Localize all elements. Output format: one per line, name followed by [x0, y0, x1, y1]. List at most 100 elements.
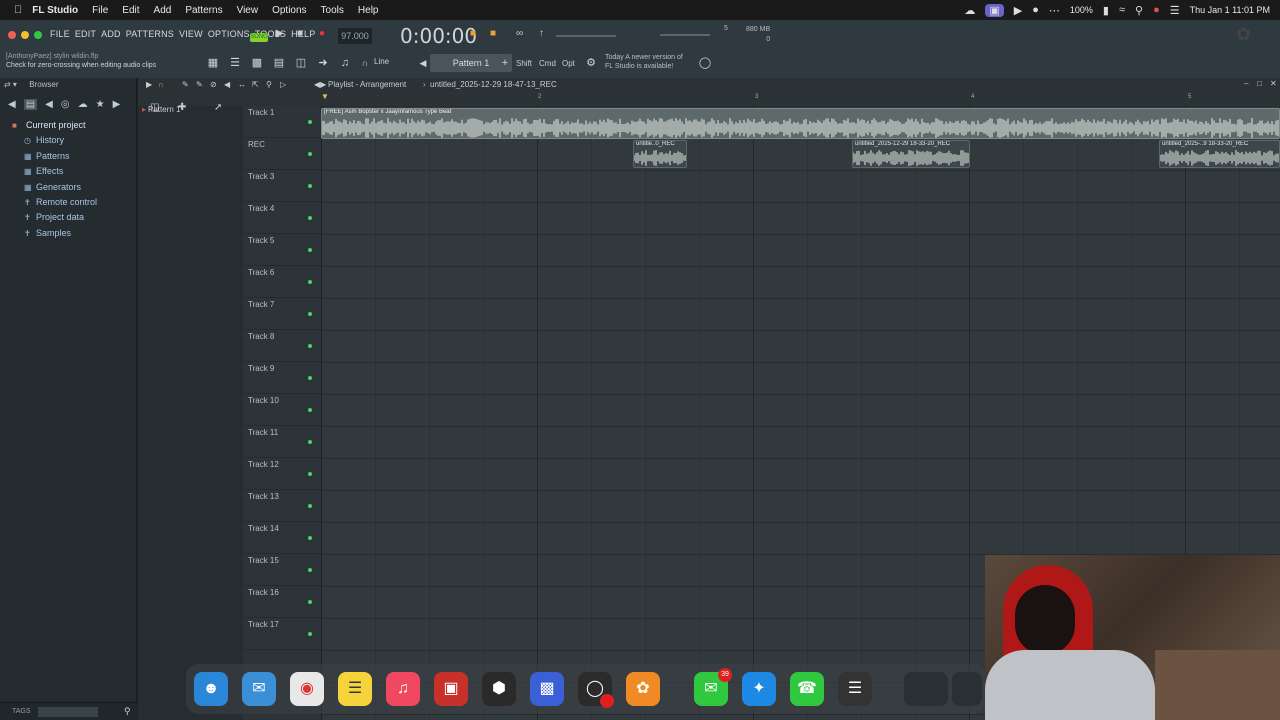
snap-icon[interactable]: ▦: [204, 55, 222, 71]
browser-item-history[interactable]: ◷ History: [0, 133, 137, 148]
tags-search-input[interactable]: [38, 707, 98, 717]
music-app-icon[interactable]: ♫: [386, 672, 420, 706]
wifi-icon[interactable]: ≈: [1119, 4, 1125, 16]
track-header[interactable]: Track 8: [243, 330, 320, 362]
browser-star-icon[interactable]: ★: [96, 99, 105, 110]
beat-audio-clip[interactable]: [FREE] Asm Bopster x JaayInfamous Type B…: [321, 108, 1280, 139]
browser-cloud-icon[interactable]: ☁: [78, 99, 88, 110]
delete-icon[interactable]: ⊘: [210, 80, 217, 89]
mail-app-icon[interactable]: ✉: [242, 672, 276, 706]
track-enabled-led[interactable]: [308, 632, 312, 636]
tempo-display[interactable]: 97.000: [338, 28, 372, 44]
menu-options[interactable]: Options: [272, 5, 306, 16]
playlist-icon[interactable]: ☰: [226, 55, 244, 71]
unity-app-icon[interactable]: ⬢: [482, 672, 516, 706]
loop-record-icon[interactable]: ∞: [516, 28, 523, 39]
menu-file[interactable]: File: [92, 5, 108, 16]
playlist-menu-arrow-icon[interactable]: ◀▶: [314, 80, 326, 89]
timeline-ruler[interactable]: 2 3 4 5 ▼: [321, 92, 1280, 106]
playlist-magnet-icon[interactable]: ∩: [158, 80, 164, 89]
fl-menu-view[interactable]: VIEW: [179, 29, 203, 39]
piano-roll-icon[interactable]: ▤: [270, 55, 288, 71]
track-enabled-led[interactable]: [308, 408, 312, 412]
playback-icon[interactable]: ▷: [280, 80, 286, 89]
creative-cloud-icon[interactable]: ☁: [964, 4, 975, 17]
draw-icon[interactable]: ✎: [182, 80, 189, 89]
menu-help[interactable]: Help: [358, 5, 379, 16]
track-header[interactable]: Track 17: [243, 618, 320, 650]
maximize-icon[interactable]: □: [1257, 79, 1262, 88]
rec-audio-clip-2[interactable]: untitled_2025-12-29 18-33-20_REC: [852, 140, 970, 168]
browser-item-patterns[interactable]: ▦ Patterns: [0, 149, 137, 164]
picker-link-icon[interactable]: ➚: [214, 102, 222, 113]
menu-patterns[interactable]: Patterns: [185, 5, 222, 16]
track-enabled-led[interactable]: [308, 600, 312, 604]
pattern-add-icon[interactable]: +: [496, 55, 514, 71]
photobooth-app-icon[interactable]: ▣: [434, 672, 468, 706]
browser-item-remote-control[interactable]: ✝ Remote control: [0, 195, 137, 210]
master-pitch-slider[interactable]: [660, 34, 710, 36]
countdown-icon[interactable]: ■: [490, 28, 496, 39]
track-header[interactable]: Track 1: [243, 106, 320, 138]
microphone-icon[interactable]: ♫: [336, 55, 354, 71]
safari-app-icon[interactable]: ✦: [742, 672, 776, 706]
arrow-right-icon[interactable]: ➜: [314, 55, 332, 71]
menu-extra-icon[interactable]: ⋯: [1049, 4, 1060, 17]
playhead-marker-icon[interactable]: ▼: [321, 92, 329, 101]
window-zoom-button[interactable]: [34, 31, 42, 39]
track-enabled-led[interactable]: [308, 312, 312, 316]
select-icon[interactable]: ⇱: [252, 80, 259, 89]
track-header[interactable]: Track 3: [243, 170, 320, 202]
track-header[interactable]: Track 11: [243, 426, 320, 458]
track-header[interactable]: Track 6: [243, 266, 320, 298]
browser-arrow-icon[interactable]: ⇄ ▾: [4, 80, 17, 89]
fl-menu-add[interactable]: ADD: [101, 29, 121, 39]
step-edit-icon[interactable]: ↑: [539, 28, 544, 39]
news-panel[interactable]: Today A newer version of FL Studio is av…: [605, 53, 683, 71]
browser-files-icon[interactable]: ▤: [23, 98, 38, 110]
news-gear-icon[interactable]: ⚙: [582, 55, 600, 71]
fl-menu-options[interactable]: OPTIONS: [208, 29, 250, 39]
track-enabled-led[interactable]: [308, 472, 312, 476]
finder-app-icon[interactable]: ☻: [194, 672, 228, 706]
track-header[interactable]: Track 10: [243, 394, 320, 426]
audio-app-icon[interactable]: ☰: [838, 672, 872, 706]
shift-toggle[interactable]: Shift: [516, 59, 532, 68]
menubar-app-name[interactable]: FL Studio: [32, 5, 78, 16]
mic-icon[interactable]: ●: [1032, 4, 1039, 16]
track-header[interactable]: Track 15: [243, 554, 320, 586]
track-enabled-led[interactable]: [308, 248, 312, 252]
browser-item-project-data[interactable]: ✝ Project data: [0, 210, 137, 225]
track-enabled-led[interactable]: [308, 440, 312, 444]
stop-icon[interactable]: ■: [297, 28, 303, 39]
obs-app-icon[interactable]: ◯: [578, 672, 614, 708]
online-icon[interactable]: ◯: [696, 55, 714, 71]
paint-icon[interactable]: ✎: [196, 80, 203, 89]
track-header[interactable]: Track 13: [243, 490, 320, 522]
track-enabled-led[interactable]: [308, 216, 312, 220]
browser-target-icon[interactable]: ◎: [61, 99, 70, 110]
facetime-app-icon[interactable]: ☎: [790, 672, 824, 706]
track-header[interactable]: Track 4: [243, 202, 320, 234]
recent-window-thumbnail[interactable]: [904, 672, 948, 706]
playlist-play-icon[interactable]: ▶: [146, 80, 152, 89]
cmd-toggle[interactable]: Cmd: [539, 59, 556, 68]
track-enabled-led[interactable]: [308, 120, 312, 124]
track-enabled-led[interactable]: [308, 152, 312, 156]
slip-icon[interactable]: ↔: [238, 80, 246, 89]
zoom-icon[interactable]: ⚲: [266, 80, 272, 89]
play-circle-icon[interactable]: ▶: [1014, 4, 1022, 17]
fl-menu-file[interactable]: FILE: [50, 29, 70, 39]
menu-edit[interactable]: Edit: [122, 5, 139, 16]
browser-item-current-project[interactable]: ■ Current project: [0, 118, 137, 133]
track-enabled-led[interactable]: [308, 504, 312, 508]
search-icon[interactable]: ⚲: [1135, 4, 1143, 17]
track-header[interactable]: REC: [243, 138, 320, 170]
track-header[interactable]: Track 7: [243, 298, 320, 330]
snap-selector[interactable]: Line: [374, 57, 389, 66]
track-enabled-led[interactable]: [308, 344, 312, 348]
mixer-icon[interactable]: ◫: [292, 55, 310, 71]
opt-toggle[interactable]: Opt: [562, 59, 575, 68]
recent-window-thumbnail-2[interactable]: [952, 672, 982, 706]
window-minimize-button[interactable]: [21, 31, 29, 39]
